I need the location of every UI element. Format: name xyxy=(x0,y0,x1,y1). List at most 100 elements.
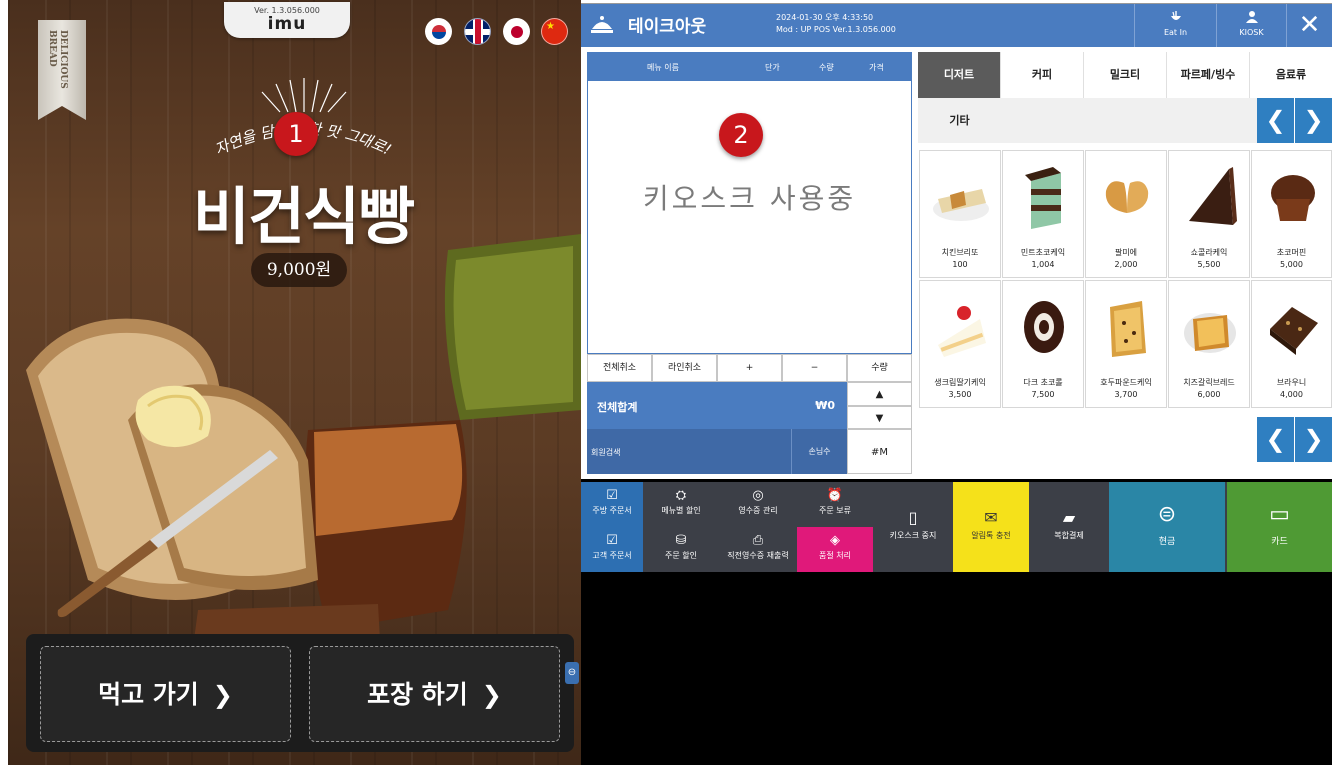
order-discount-button[interactable]: ⛁ 주문 할인 xyxy=(643,527,719,572)
product-cheese-garlic-bread[interactable]: 치즈갈릭브레드 6,000 xyxy=(1168,280,1250,408)
discount-icon: ⛭ xyxy=(675,488,687,503)
order-hold-button[interactable]: ⏰ 주문 보류 xyxy=(797,482,873,527)
dine-icon xyxy=(1135,10,1216,28)
product-name: 민트초코케익 xyxy=(1020,248,1066,257)
alimtalk-label: 알림톡 충전 xyxy=(971,531,1011,540)
col-menu-name: 메뉴 이름 xyxy=(647,63,679,72)
hash-m-button[interactable]: #M xyxy=(847,429,912,474)
choco-roll-icon xyxy=(1024,301,1064,353)
product-name: 호두파운드케익 xyxy=(1100,378,1152,387)
chevron-right-icon: ❯ xyxy=(212,681,233,709)
category-next-button[interactable]: ❯ xyxy=(1295,98,1332,143)
english-flag-icon[interactable] xyxy=(464,18,491,45)
category-empty xyxy=(1001,98,1257,143)
product-choco-muffin[interactable]: 초코머핀 5,000 xyxy=(1251,150,1332,278)
minus-button[interactable]: − xyxy=(782,354,847,382)
tab-beverage[interactable]: 음료류 xyxy=(1250,52,1332,98)
close-button[interactable]: ✕ xyxy=(1286,4,1332,47)
receipt-icon: ◎ xyxy=(752,488,764,503)
split-payment-button[interactable]: ▰ 복합결제 xyxy=(1029,482,1109,572)
muffin-icon xyxy=(1271,175,1315,221)
discount-tag-icon: ⛁ xyxy=(675,533,687,548)
product-price: 5,000 xyxy=(1280,260,1303,269)
kiosk-in-use-message: 키오스크 사용중 xyxy=(642,182,857,215)
cash-label: 현금 xyxy=(1158,537,1176,547)
scroll-up-button[interactable]: ▲ xyxy=(847,382,912,406)
screen-switch-handle[interactable]: ⊖ xyxy=(565,662,579,684)
alimtalk-charge-button[interactable]: ✉ 알림톡 충전 xyxy=(953,482,1029,572)
card-button[interactable]: ▭ 카드 xyxy=(1227,482,1332,572)
product-name: 치킨브리또 xyxy=(941,248,979,257)
product-name: 생크림딸기케익 xyxy=(934,378,986,387)
customer-order-label: 고객 주문서 xyxy=(592,551,632,560)
col-price: 가격 xyxy=(869,63,884,72)
chinese-flag-icon[interactable] xyxy=(541,18,568,45)
product-price: 100 xyxy=(952,260,968,269)
member-search-button[interactable]: 회원검색 xyxy=(587,429,791,474)
menu-discount-button[interactable]: ⛭ 메뉴별 할인 xyxy=(643,482,719,527)
clear-line-button[interactable]: 라인취소 xyxy=(652,354,717,382)
qty-button[interactable]: 수량 xyxy=(847,354,912,382)
tab-coffee[interactable]: 커피 xyxy=(1001,52,1084,98)
receipt-management-button[interactable]: ◎ 영수증 관리 xyxy=(719,482,797,527)
product-chocolat-cake[interactable]: 쇼콜라케익 5,500 xyxy=(1168,150,1250,278)
order-type-bar: 먹고 가기 ❯ 포장 하기 ❯ xyxy=(26,634,574,752)
pos-screen: 테이크아웃 2024-01-30 오후 4:33:50 Mod : UP POS… xyxy=(581,0,1332,765)
product-price: 4,000 xyxy=(1280,390,1303,399)
mod-info-text: Mod : UP POS Ver.1.3.056.000 xyxy=(776,25,896,34)
total-row: 전체합계 ₩0 xyxy=(587,382,847,429)
reprint-receipt-button[interactable]: ⎙ 직전영수증 재출력 xyxy=(719,527,797,572)
chocolate-cake-icon xyxy=(1189,167,1237,225)
product-brownie[interactable]: 브라우니 4,000 xyxy=(1251,280,1332,408)
member-search-label: 회원검색 xyxy=(591,448,621,457)
product-dark-choco-roll[interactable]: 다크 초코롤 7,500 xyxy=(1002,280,1084,408)
customer-order-button[interactable]: ☑ 고객 주문서 xyxy=(581,527,643,572)
tab-parfait[interactable]: 파르페/빙수 xyxy=(1167,52,1250,98)
plus-button[interactable]: + xyxy=(717,354,782,382)
chevron-right-icon: ❯ xyxy=(481,681,502,709)
takeout-label: 포장 하기 xyxy=(367,680,468,709)
version-tab: Ver. 1.3.056.000 imu xyxy=(224,2,350,38)
kiosk-stop-label: 키오스크 중지 xyxy=(889,531,937,540)
tab-dessert[interactable]: 디저트 xyxy=(918,52,1001,98)
product-chicken-burrito[interactable]: 치킨브리또 100 xyxy=(919,150,1001,278)
soldout-label: 품절 처리 xyxy=(819,551,851,560)
guest-count-button[interactable]: 손님수 xyxy=(791,429,847,474)
product-name: 브라우니 xyxy=(1276,378,1307,387)
product-name: 쇼콜라케익 xyxy=(1190,248,1228,257)
product-price: 7,500 xyxy=(1031,390,1055,399)
palmier-icon xyxy=(1105,181,1149,213)
pos-datetime: 2024-01-30 오후 4:33:50 Mod : UP POS Ver.1… xyxy=(776,12,896,36)
kiosk-mode-button[interactable]: KIOSK xyxy=(1216,4,1286,47)
tab-etc[interactable]: 기타 xyxy=(918,98,1001,143)
takeout-button[interactable]: 포장 하기 ❯ xyxy=(309,646,560,742)
kiosk-stop-button[interactable]: ▯ 키오스크 중지 xyxy=(873,482,953,572)
strawberry-cake-icon xyxy=(938,306,986,357)
col-unit-price: 단가 xyxy=(765,63,780,72)
cash-button[interactable]: ⊜ 현금 xyxy=(1109,482,1225,572)
product-prev-button[interactable]: ❮ xyxy=(1257,417,1294,462)
product-price: 3,700 xyxy=(1114,390,1138,399)
eat-in-mode-button[interactable]: Eat In xyxy=(1134,4,1216,47)
garlic-bread-icon xyxy=(1184,313,1236,353)
category-prev-button[interactable]: ❮ xyxy=(1257,98,1294,143)
soldout-button[interactable]: ◈ 품절 처리 xyxy=(797,527,873,572)
mint-cake-icon xyxy=(1025,167,1061,229)
japanese-flag-icon[interactable] xyxy=(503,18,530,45)
product-strawberry-cake[interactable]: 생크림딸기케익 3,500 xyxy=(919,280,1001,408)
scroll-down-button[interactable]: ▼ xyxy=(847,406,912,429)
tab-milktea[interactable]: 밀크티 xyxy=(1084,52,1167,98)
clear-all-button[interactable]: 전체취소 xyxy=(587,354,652,382)
product-next-button[interactable]: ❯ xyxy=(1295,417,1332,462)
soldout-tag-icon: ◈ xyxy=(830,533,840,548)
eat-in-button[interactable]: 먹고 가기 ❯ xyxy=(40,646,291,742)
kitchen-order-button[interactable]: ☑ 주방 주문서 xyxy=(581,482,643,527)
checkbox-icon: ☑ xyxy=(606,488,618,503)
korean-flag-icon[interactable] xyxy=(425,18,452,45)
product-mint-choco-cake[interactable]: 민트초코케익 1,004 xyxy=(1002,150,1084,278)
pos-title: 테이크아웃 xyxy=(628,17,707,37)
product-palmier[interactable]: 팔미에 2,000 xyxy=(1085,150,1167,278)
product-walnut-pound-cake[interactable]: 호두파운드케익 3,700 xyxy=(1085,280,1167,408)
reprint-receipt-label: 직전영수증 재출력 xyxy=(727,551,789,560)
bread-illustration xyxy=(26,234,581,640)
